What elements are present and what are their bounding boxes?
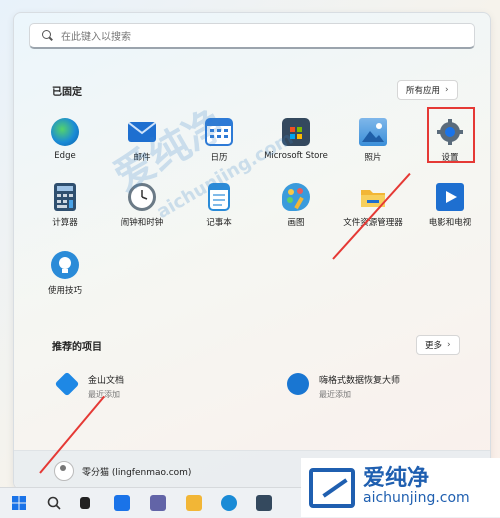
app-movies-tv[interactable]: 电影和电视 (410, 183, 490, 228)
watermark-badge: 爱纯净 aichunjing.com (301, 458, 500, 517)
calculator-icon (54, 183, 76, 211)
kingsoft-docs-icon (54, 371, 80, 397)
app-label: 文件资源管理器 (343, 218, 403, 228)
all-apps-button[interactable]: 所有应用 › (397, 80, 458, 100)
edge-icon (51, 118, 79, 146)
chevron-right-icon: › (447, 340, 451, 350)
chat-icon[interactable] (150, 495, 166, 511)
more-label: 更多 (425, 341, 443, 351)
app-label: 照片 (364, 153, 382, 163)
search-box[interactable]: 在此键入以搜索 (29, 23, 475, 49)
paint-icon (282, 183, 310, 211)
app-calculator[interactable]: 计算器 (25, 183, 105, 228)
start-button[interactable] (11, 495, 27, 511)
search-input[interactable]: 在此键入以搜索 (61, 28, 131, 43)
app-file-explorer[interactable]: 文件资源管理器 (333, 183, 413, 228)
movies-tv-icon (436, 183, 464, 211)
watermark-badge-en: aichunjing.com (363, 490, 470, 507)
taskbar-search-icon[interactable] (46, 495, 62, 511)
photos-icon (359, 118, 387, 146)
recommended-item-sub: 最近添加 (319, 390, 351, 399)
app-label: 使用技巧 (47, 286, 82, 296)
app-photos[interactable]: 照片 (333, 118, 413, 163)
store-taskbar-icon[interactable] (256, 495, 272, 511)
app-label: 画图 (287, 218, 305, 228)
tips-lightbulb-icon (51, 251, 79, 279)
search-icon (42, 30, 53, 41)
aichunjing-logo-icon (309, 467, 355, 508)
app-edge[interactable]: Edge (25, 118, 105, 161)
edge-taskbar-icon[interactable] (221, 495, 237, 511)
more-button[interactable]: 更多 › (416, 335, 460, 355)
recommended-item[interactable]: 嗨格式数据恢复大师 最近添加 (287, 373, 400, 400)
recommended-item-name: 嗨格式数据恢复大师 (319, 376, 401, 386)
app-tips[interactable]: 使用技巧 (25, 251, 105, 296)
recommended-item[interactable]: 金山文档 最近添加 (54, 371, 125, 400)
settings-highlight-box (427, 107, 475, 163)
user-name: 零分猫 (lingfenmao.com) (82, 467, 192, 478)
app-paint[interactable]: 画图 (256, 183, 336, 228)
recommended-item-name: 金山文档 (88, 376, 125, 386)
app-label: 记事本 (206, 218, 232, 228)
data-recovery-icon (287, 373, 309, 395)
avatar (54, 461, 74, 481)
recommended-item-sub: 最近添加 (88, 390, 120, 399)
watermark-badge-cn: 爱纯净 (363, 466, 430, 492)
file-explorer-icon (359, 183, 387, 211)
user-account[interactable]: 零分猫 (lingfenmao.com) (54, 461, 191, 481)
app-label: 计算器 (52, 218, 78, 228)
chevron-right-icon: › (445, 85, 449, 95)
pinned-title: 已固定 (52, 87, 82, 98)
recommended-title: 推荐的项目 (52, 342, 102, 353)
app-label: 电影和电视 (428, 218, 472, 228)
app-label: Edge (54, 151, 76, 161)
task-view-icon[interactable] (80, 497, 90, 509)
widgets-icon[interactable] (114, 495, 130, 511)
all-apps-label: 所有应用 (406, 86, 441, 96)
file-explorer-taskbar-icon[interactable] (186, 495, 202, 511)
